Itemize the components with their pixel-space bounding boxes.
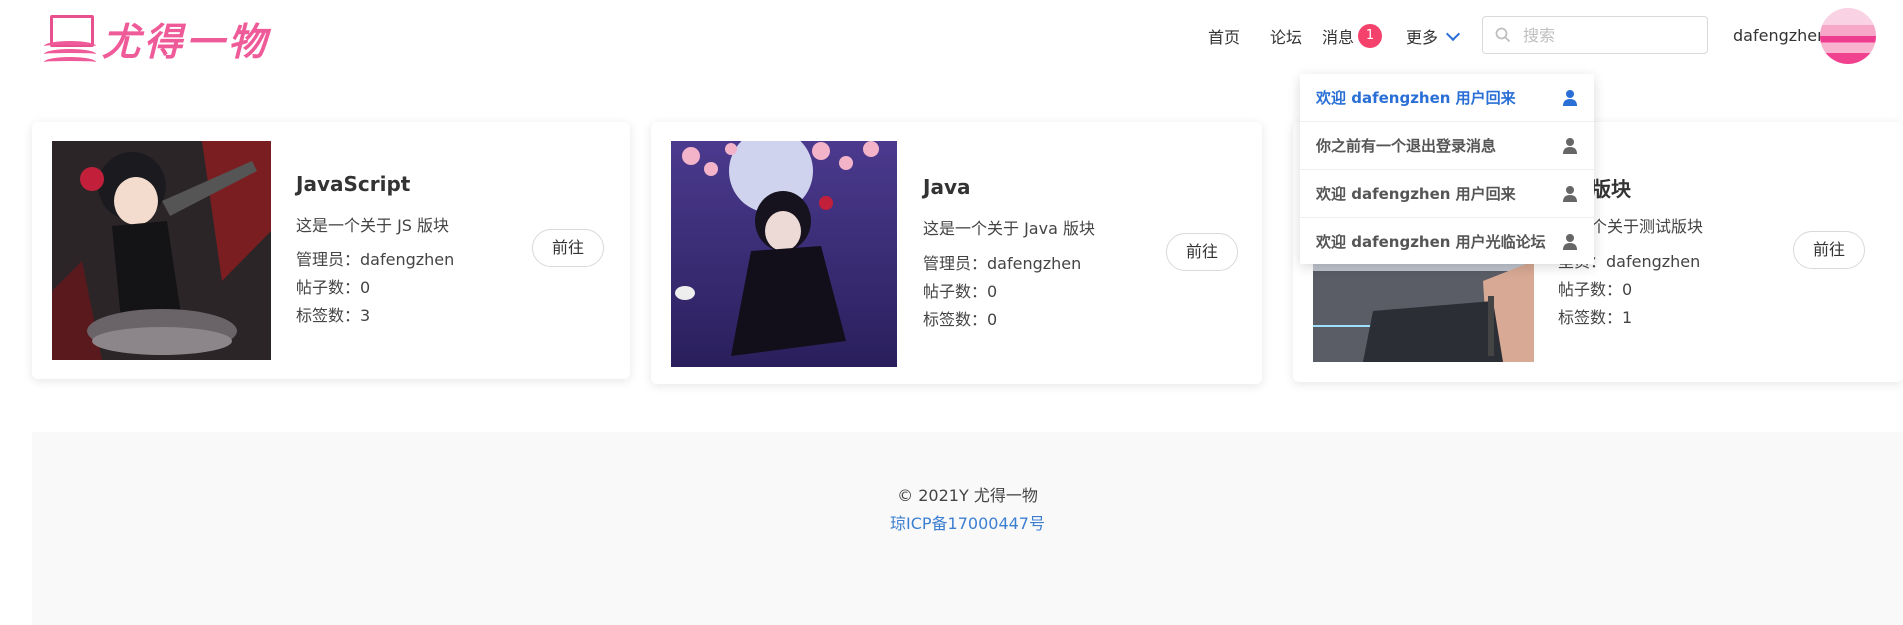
search-icon bbox=[1495, 27, 1511, 43]
logo-icon bbox=[44, 13, 96, 63]
nav-more-label: 更多 bbox=[1406, 28, 1439, 47]
forum-card: Java 这是一个关于 Java 版块 管理员：dafengzhen 帖子数：0… bbox=[651, 122, 1262, 384]
message-text: 你之前有一个退出登录消息 bbox=[1316, 137, 1497, 155]
messages-dropdown: 欢迎 dafengzhen 用户回来 你之前有一个退出登录消息 欢迎 dafen… bbox=[1300, 74, 1594, 264]
go-button[interactable]: 前往 bbox=[1793, 231, 1865, 269]
card-title[interactable]: Java bbox=[923, 175, 970, 199]
card-tag-count: 标签数：0 bbox=[923, 310, 998, 329]
nav-home[interactable]: 首页 bbox=[1208, 24, 1240, 48]
chevron-down-icon bbox=[1445, 26, 1461, 42]
nav-messages[interactable]: 消息 1 bbox=[1322, 22, 1383, 50]
go-button[interactable]: 前往 bbox=[532, 229, 604, 267]
user-icon bbox=[1563, 185, 1577, 202]
card-post-count: 帖子数：0 bbox=[923, 282, 998, 301]
user-icon bbox=[1563, 137, 1577, 154]
card-title[interactable]: JavaScript bbox=[296, 172, 410, 196]
site-logo[interactable]: 尤得一物 bbox=[44, 10, 272, 66]
user-icon bbox=[1563, 233, 1577, 250]
nav-more[interactable]: 更多 bbox=[1406, 22, 1461, 50]
card-description: 个关于测试版块 bbox=[1591, 217, 1704, 236]
card-post-count: 帖子数：0 bbox=[296, 278, 371, 297]
message-item[interactable]: 你之前有一个退出登录消息 bbox=[1300, 122, 1594, 169]
top-navbar: 尤得一物 首页 论坛 消息 1 更多 dafengzhen bbox=[0, 0, 1903, 72]
message-item[interactable]: 欢迎 dafengzhen 用户回来 bbox=[1300, 170, 1594, 217]
logo-text: 尤得一物 bbox=[102, 18, 271, 64]
message-text: 欢迎 dafengzhen 用户回来 bbox=[1316, 89, 1516, 107]
icp-link[interactable]: 琼ICP备17000447号 bbox=[32, 510, 1903, 534]
site-footer: © 2021Y 尤得一物 琼ICP备17000447号 bbox=[32, 432, 1903, 625]
search-box bbox=[1482, 16, 1708, 54]
message-item[interactable]: 欢迎 dafengzhen 用户回来 bbox=[1300, 74, 1594, 121]
card-thumbnail bbox=[671, 141, 897, 367]
copyright-text: © 2021Y 尤得一物 bbox=[897, 486, 1038, 505]
message-text: 欢迎 dafengzhen 用户回来 bbox=[1316, 185, 1516, 203]
card-tag-count: 标签数：3 bbox=[296, 306, 371, 325]
card-thumbnail bbox=[52, 141, 271, 360]
card-tag-count: 标签数：1 bbox=[1558, 308, 1633, 327]
message-item[interactable]: 欢迎 dafengzhen 用户光临论坛 bbox=[1300, 218, 1594, 265]
user-avatar[interactable] bbox=[1820, 8, 1876, 64]
card-description: 这是一个关于 Java 版块 bbox=[923, 219, 1095, 238]
card-admin: 管理员：dafengzhen bbox=[923, 254, 1082, 273]
messages-count-badge: 1 bbox=[1358, 24, 1383, 48]
user-icon bbox=[1563, 89, 1577, 106]
nav-messages-label: 消息 bbox=[1322, 28, 1355, 47]
search-input[interactable] bbox=[1521, 24, 1695, 46]
card-post-count: 帖子数：0 bbox=[1558, 280, 1633, 299]
card-title[interactable]: 版块 bbox=[1591, 173, 1631, 202]
card-admin: 管理员：dafengzhen bbox=[296, 250, 455, 269]
card-description: 这是一个关于 JS 版块 bbox=[296, 216, 450, 235]
message-text: 欢迎 dafengzhen 用户光临论坛 bbox=[1316, 233, 1546, 251]
nav-forum[interactable]: 论坛 bbox=[1270, 24, 1302, 48]
forum-card: JavaScript 这是一个关于 JS 版块 管理员：dafengzhen 帖… bbox=[32, 122, 630, 379]
go-button[interactable]: 前往 bbox=[1166, 233, 1238, 271]
username-label[interactable]: dafengzhen bbox=[1733, 26, 1827, 45]
